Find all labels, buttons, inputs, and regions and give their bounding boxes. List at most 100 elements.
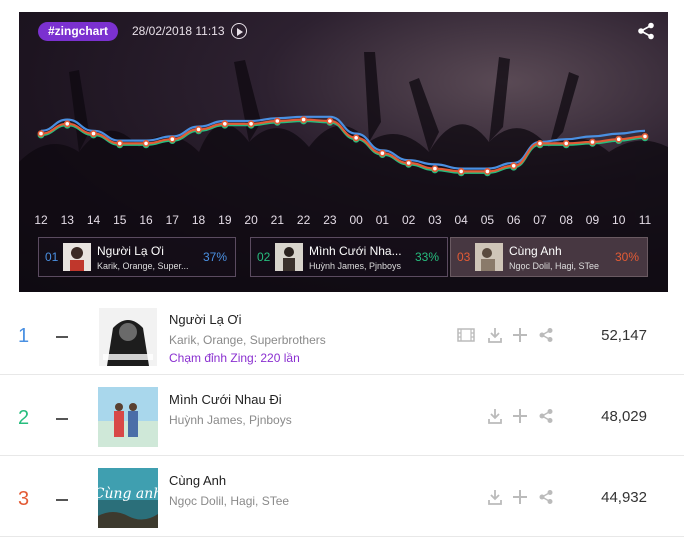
x-tick-label: 22 (297, 213, 311, 227)
card-percent: 30% (614, 250, 639, 264)
x-tick-label: 06 (507, 213, 521, 227)
data-point-3[interactable] (641, 133, 649, 140)
x-tick-label: 20 (244, 213, 258, 227)
x-tick-label: 07 (533, 213, 547, 227)
data-point-3[interactable] (326, 117, 334, 125)
card-artists: Karik, Orange, Super... (97, 261, 189, 271)
x-tick-label: 17 (166, 213, 180, 227)
card-artists: Ngọc Dolil, Hagi, STee (509, 261, 600, 271)
card-number: 03 (457, 250, 471, 264)
song-artists[interactable]: Karik, Orange, Superbrothers (169, 333, 326, 347)
chart: 12 13 14 15 16 17 18 19 20 21 22 23 00 01 02 03 04 05 06 07… (34, 115, 652, 227)
song-title[interactable]: Cùng Anh (169, 473, 226, 488)
song-artists[interactable]: Huỳnh James, Pjnboys (169, 413, 292, 427)
song-title[interactable]: Người Lạ Ơi (169, 312, 241, 327)
x-tick-label: 16 (139, 213, 153, 227)
data-point-3[interactable] (431, 165, 439, 172)
x-tick-label: 19 (218, 213, 232, 227)
card-percent: 37% (202, 250, 227, 264)
rank-change-icon (56, 336, 68, 338)
x-tick-label: 18 (192, 213, 206, 227)
song-cover[interactable]: Cùng anh (98, 468, 158, 528)
card-thumbnail (475, 243, 503, 271)
rank-number: 3 (18, 488, 30, 510)
x-tick-label: 01 (376, 213, 390, 227)
data-point-3[interactable] (378, 149, 386, 157)
share-icon[interactable] (538, 489, 554, 505)
card-percent: 33% (414, 250, 439, 264)
x-tick-label: 13 (61, 213, 75, 227)
add-icon[interactable] (512, 327, 528, 343)
data-point-3[interactable] (142, 139, 150, 147)
card-thumbnail (275, 243, 303, 271)
data-point-3[interactable] (37, 130, 45, 137)
share-icon[interactable] (538, 327, 554, 343)
x-tick-label: 04 (454, 213, 468, 227)
chart-row-3[interactable]: 3 Cùng anh Cùng Anh Ngọc Dolil, Hagi, ST… (0, 457, 684, 537)
data-point-3[interactable] (536, 139, 544, 147)
add-icon[interactable] (512, 408, 528, 424)
peak-info: Chạm đỉnh Zing: 220 lần (169, 351, 300, 365)
song-title[interactable]: Mình Cưới Nhau Đi (169, 392, 282, 407)
data-point-3[interactable] (589, 138, 596, 146)
data-point-3[interactable] (221, 120, 229, 128)
data-point-3[interactable] (457, 167, 465, 175)
x-tick-label: 03 (428, 213, 442, 227)
chart-row-2[interactable]: 2 Mình Cưới Nhau Đi Huỳnh James, Pjnboys… (0, 376, 684, 456)
data-point-3[interactable] (300, 116, 308, 123)
x-tick-label: 21 (271, 213, 285, 227)
song-cover[interactable] (98, 387, 158, 447)
download-icon[interactable] (487, 408, 503, 424)
x-tick-label: 15 (113, 213, 127, 227)
listen-count: 44,932 (601, 489, 647, 506)
chart-row-1[interactable]: 1 Người Lạ Ơi Karik, Orange, Superbrothe… (0, 295, 684, 375)
data-point-3[interactable] (484, 167, 491, 175)
cover-text: Cùng anh (98, 486, 158, 502)
listen-count: 48,029 (601, 408, 647, 425)
data-point-3[interactable] (405, 159, 413, 167)
x-tick-label: 08 (560, 213, 574, 227)
mv-icon[interactable] (457, 327, 475, 343)
x-tick-label: 23 (323, 213, 337, 227)
x-tick-label: 09 (586, 213, 600, 227)
download-icon[interactable] (487, 489, 503, 505)
data-point-3[interactable] (352, 134, 360, 142)
card-number: 01 (45, 250, 59, 264)
song-cover[interactable] (99, 308, 157, 366)
top-card-3[interactable]: 03 Cùng Anh Ngọc Dolil, Hagi, STee 30% (450, 237, 648, 277)
listen-count: 52,147 (601, 327, 647, 344)
data-point-3[interactable] (273, 117, 281, 125)
card-artists: Huỳnh James, Pjnboys (309, 261, 402, 271)
x-tick-label: 10 (612, 213, 626, 227)
x-tick-label: 12 (34, 213, 48, 227)
x-tick-label: 00 (349, 213, 363, 227)
card-title: Cùng Anh (509, 244, 562, 258)
song-artists[interactable]: Ngọc Dolil, Hagi, STee (169, 494, 289, 508)
data-point-3[interactable] (90, 130, 97, 137)
rank-change-icon (56, 418, 68, 420)
x-tick-label: 02 (402, 213, 416, 227)
card-number: 02 (257, 250, 271, 264)
data-point-3[interactable] (63, 120, 71, 128)
top-card-2[interactable]: 02 Mình Cưới Nha... Huỳnh James, Pjnboys… (250, 237, 448, 277)
rank-number: 2 (18, 407, 30, 429)
data-point-3[interactable] (247, 120, 255, 128)
card-title: Người Lạ Ơi (97, 244, 164, 258)
data-point-3[interactable] (168, 135, 176, 143)
data-point-3[interactable] (615, 135, 623, 143)
card-thumbnail (63, 243, 91, 271)
data-point-3[interactable] (562, 139, 570, 147)
x-tick-label: 11 (639, 213, 652, 227)
rank-change-icon (56, 499, 68, 501)
card-title: Mình Cưới Nha... (309, 244, 402, 258)
x-tick-label: 14 (87, 213, 101, 227)
top-card-1[interactable]: 01 Người Lạ Ơi Karik, Orange, Super... 3… (38, 237, 236, 277)
add-icon[interactable] (512, 489, 528, 505)
data-point-3[interactable] (116, 139, 124, 147)
share-icon[interactable] (538, 408, 554, 424)
data-point-3[interactable] (510, 162, 518, 170)
download-icon[interactable] (487, 327, 503, 343)
x-tick-label: 05 (481, 213, 495, 227)
zingchart-banner: #zingchart 28/02/2018 11:13 12 13 14 15 16 17… (19, 12, 668, 292)
data-point-3[interactable] (195, 126, 202, 133)
